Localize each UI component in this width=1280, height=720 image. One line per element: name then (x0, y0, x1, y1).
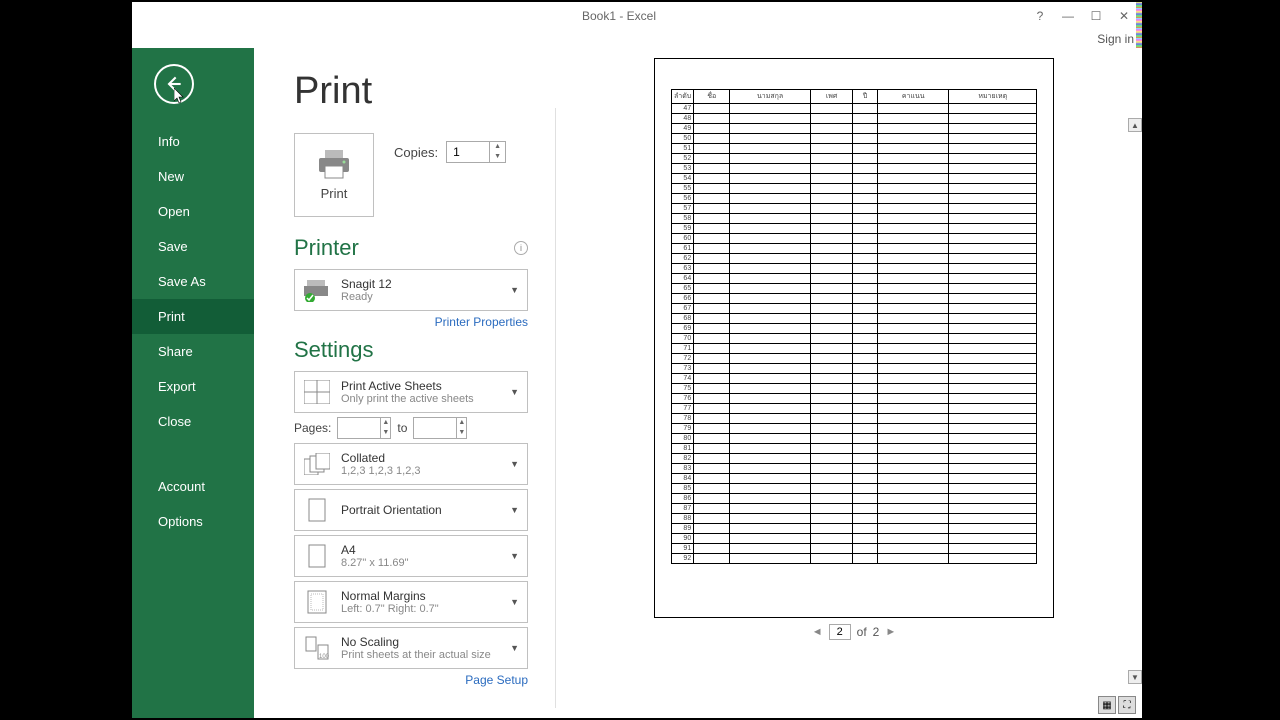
help-button[interactable]: ? (1026, 5, 1054, 27)
chevron-down-icon: ▼ (510, 597, 519, 607)
printer-section-title: Printer i (294, 235, 528, 261)
pages-to-spinner[interactable]: ▲▼ (413, 417, 467, 439)
sidebar-item-save[interactable]: Save (132, 229, 254, 264)
sidebar-item-account[interactable]: Account (132, 469, 254, 504)
preview-table: ลำดับชื่อนามสกุลเพศปีคาแนนหมายเหตุ474849… (671, 89, 1037, 564)
pages-label: Pages: (294, 421, 331, 435)
sidebar-item-options[interactable]: Options (132, 504, 254, 539)
sidebar-item-share[interactable]: Share (132, 334, 254, 369)
scaling-selector[interactable]: 100 No Scaling Print sheets at their act… (294, 627, 528, 669)
scroll-up-button[interactable]: ▲ (1128, 118, 1142, 132)
portrait-icon (303, 496, 331, 524)
next-page-button[interactable]: ► (885, 626, 896, 638)
mouse-cursor-icon (174, 88, 186, 104)
backstage-sidebar: Info New Open Save Save As Print Share E… (132, 48, 254, 718)
preview-page: ลำดับชื่อนามสกุลเพศปีคาแนนหมายเหตุ474849… (654, 58, 1054, 618)
sidebar-item-export[interactable]: Export (132, 369, 254, 404)
pages-from-spinner[interactable]: ▲▼ (337, 417, 391, 439)
sidebar-item-print[interactable]: Print (132, 299, 254, 334)
pages-to-label: to (397, 421, 407, 435)
pages-range-row: Pages: ▲▼ to ▲▼ (294, 417, 528, 439)
printer-properties-link[interactable]: Printer Properties (294, 315, 528, 329)
printer-icon (317, 150, 351, 180)
printer-selector[interactable]: Snagit 12 Ready ▼ (294, 269, 528, 311)
settings-section-title: Settings (294, 337, 528, 363)
printer-info-icon[interactable]: i (514, 241, 528, 255)
titlebar: Book1 - Excel ? — ☐ ✕ (132, 2, 1142, 30)
zoom-to-page-button[interactable]: ⛶ (1118, 696, 1136, 714)
chevron-down-icon: ▼ (510, 643, 519, 653)
print-settings-panel: Print Print Copies: (254, 48, 556, 718)
print-what-selector[interactable]: Print Active Sheets Only print the activ… (294, 371, 528, 413)
printer-device-icon (303, 276, 331, 304)
collate-icon (303, 450, 331, 478)
copies-input[interactable] (447, 143, 489, 161)
show-margins-button[interactable]: ▦ (1098, 696, 1116, 714)
sidebar-item-open[interactable]: Open (132, 194, 254, 229)
orientation-selector[interactable]: Portrait Orientation ▼ (294, 489, 528, 531)
copies-spinner[interactable]: ▲▼ (446, 141, 506, 163)
print-preview-panel: ▲ ▼ ลำดับชื่อนามสกุลเพศปีคาแนนหมายเหตุ47… (556, 48, 1142, 718)
printer-status: Ready (341, 291, 500, 303)
print-button[interactable]: Print (294, 133, 374, 217)
sidebar-item-close[interactable]: Close (132, 404, 254, 439)
paper-size-selector[interactable]: A4 8.27" x 11.69" ▼ (294, 535, 528, 577)
sheets-icon (303, 378, 331, 406)
current-page-input[interactable] (829, 624, 851, 640)
chevron-down-icon: ▼ (510, 505, 519, 515)
maximize-button[interactable]: ☐ (1082, 5, 1110, 27)
printer-name: Snagit 12 (341, 277, 500, 291)
zoom-controls: ▦ ⛶ (1098, 696, 1136, 714)
main-content: Print Print Copies: (254, 48, 1142, 718)
chevron-down-icon: ▼ (510, 459, 519, 469)
pager-total: 2 (873, 625, 880, 639)
scroll-down-button[interactable]: ▼ (1128, 670, 1142, 684)
spin-down-icon[interactable]: ▼ (490, 152, 505, 162)
chevron-down-icon: ▼ (510, 551, 519, 561)
excel-backstage-window: Book1 - Excel ? — ☐ ✕ Sign in Info New O… (132, 2, 1142, 718)
margins-selector[interactable]: Normal Margins Left: 0.7" Right: 0.7" ▼ (294, 581, 528, 623)
sidebar-item-saveas[interactable]: Save As (132, 264, 254, 299)
print-button-label: Print (321, 186, 348, 201)
spin-up-icon[interactable]: ▲ (490, 142, 505, 152)
window-title: Book1 - Excel (212, 9, 1026, 23)
page-title: Print (294, 70, 528, 113)
sidebar-item-new[interactable]: New (132, 159, 254, 194)
page-setup-link[interactable]: Page Setup (294, 673, 528, 687)
page-icon (303, 542, 331, 570)
copies-label: Copies: (394, 145, 438, 160)
sidebar-item-info[interactable]: Info (132, 124, 254, 159)
chevron-down-icon: ▼ (510, 285, 519, 295)
sign-in-link[interactable]: Sign in (132, 30, 1142, 48)
chevron-down-icon: ▼ (510, 387, 519, 397)
pager: ◄ of 2 ► (580, 618, 1128, 640)
scaling-icon: 100 (303, 634, 331, 662)
svg-text:100: 100 (319, 654, 329, 660)
minimize-button[interactable]: — (1054, 5, 1082, 27)
pager-of-label: of (857, 625, 867, 639)
collate-selector[interactable]: Collated 1,2,3 1,2,3 1,2,3 ▼ (294, 443, 528, 485)
close-button[interactable]: ✕ (1110, 5, 1138, 27)
margins-icon (303, 588, 331, 616)
prev-page-button[interactable]: ◄ (812, 626, 823, 638)
